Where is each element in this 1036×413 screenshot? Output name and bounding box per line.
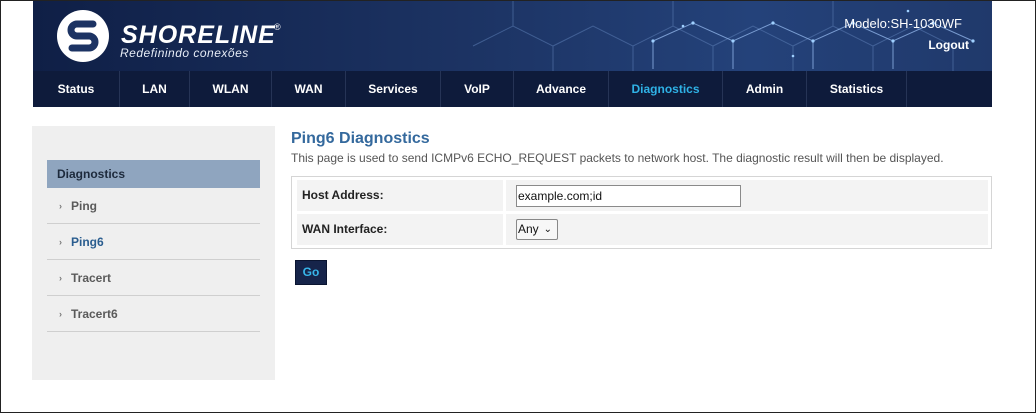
host-address-input[interactable]	[516, 185, 741, 207]
chevron-right-icon: ›	[59, 309, 62, 319]
host-address-label: Host Address:	[302, 188, 384, 202]
sidebar-item-label: Tracert	[71, 271, 112, 285]
ping6-form: Host Address: WAN Interface: Any ⌄	[291, 176, 992, 249]
chevron-right-icon: ›	[59, 201, 62, 211]
wan-interface-value: Any	[518, 222, 539, 236]
brand-slogan: Redefinindo conexões	[120, 46, 249, 60]
nav-admin[interactable]: Admin	[723, 71, 807, 107]
wan-interface-label: WAN Interface:	[302, 222, 388, 236]
nav-statistics[interactable]: Statistics	[807, 71, 907, 107]
main-nav: Status LAN WLAN WAN Services VoIP Advanc…	[33, 71, 992, 107]
logo-icon	[57, 10, 109, 62]
registered-mark: ®	[274, 22, 281, 32]
sidebar-item-ping6[interactable]: › Ping6	[47, 224, 260, 260]
nav-diagnostics[interactable]: Diagnostics	[609, 71, 723, 107]
page-description: This page is used to send ICMPv6 ECHO_RE…	[291, 151, 944, 165]
sidebar-item-label: Tracert6	[71, 307, 118, 321]
sidebar-item-ping[interactable]: › Ping	[47, 188, 260, 224]
row-separator	[503, 180, 506, 211]
sidebar-item-label: Ping	[71, 199, 97, 213]
sidebar: Diagnostics › Ping › Ping6 › Tracert › T…	[32, 126, 275, 380]
sidebar-item-tracert6[interactable]: › Tracert6	[47, 296, 260, 332]
page-title: Ping6 Diagnostics	[291, 130, 430, 147]
sidebar-item-label: Ping6	[71, 235, 104, 249]
go-button[interactable]: Go	[295, 260, 327, 285]
nav-lan[interactable]: LAN	[120, 71, 190, 107]
nav-voip[interactable]: VoIP	[441, 71, 514, 107]
nav-wan[interactable]: WAN	[272, 71, 346, 107]
nav-advance[interactable]: Advance	[514, 71, 609, 107]
chevron-right-icon: ›	[59, 237, 62, 247]
nav-wlan[interactable]: WLAN	[190, 71, 272, 107]
wan-interface-select[interactable]: Any ⌄	[516, 219, 558, 240]
network-pattern-graphic	[472, 1, 975, 71]
chevron-right-icon: ›	[59, 273, 62, 283]
sidebar-heading: Diagnostics	[47, 160, 260, 188]
logout-link[interactable]: Logout	[928, 38, 969, 52]
header-banner: SHORELINE ® Redefinindo conexões Modelo:…	[33, 1, 992, 71]
host-address-row: Host Address:	[297, 180, 988, 211]
nav-services[interactable]: Services	[346, 71, 441, 107]
row-separator	[503, 214, 506, 245]
chevron-down-icon: ⌄	[543, 224, 552, 235]
nav-status[interactable]: Status	[33, 71, 120, 107]
wan-interface-row: WAN Interface: Any ⌄	[297, 214, 988, 245]
device-model: Modelo:SH-1030WF	[844, 16, 962, 31]
sidebar-item-tracert[interactable]: › Tracert	[47, 260, 260, 296]
